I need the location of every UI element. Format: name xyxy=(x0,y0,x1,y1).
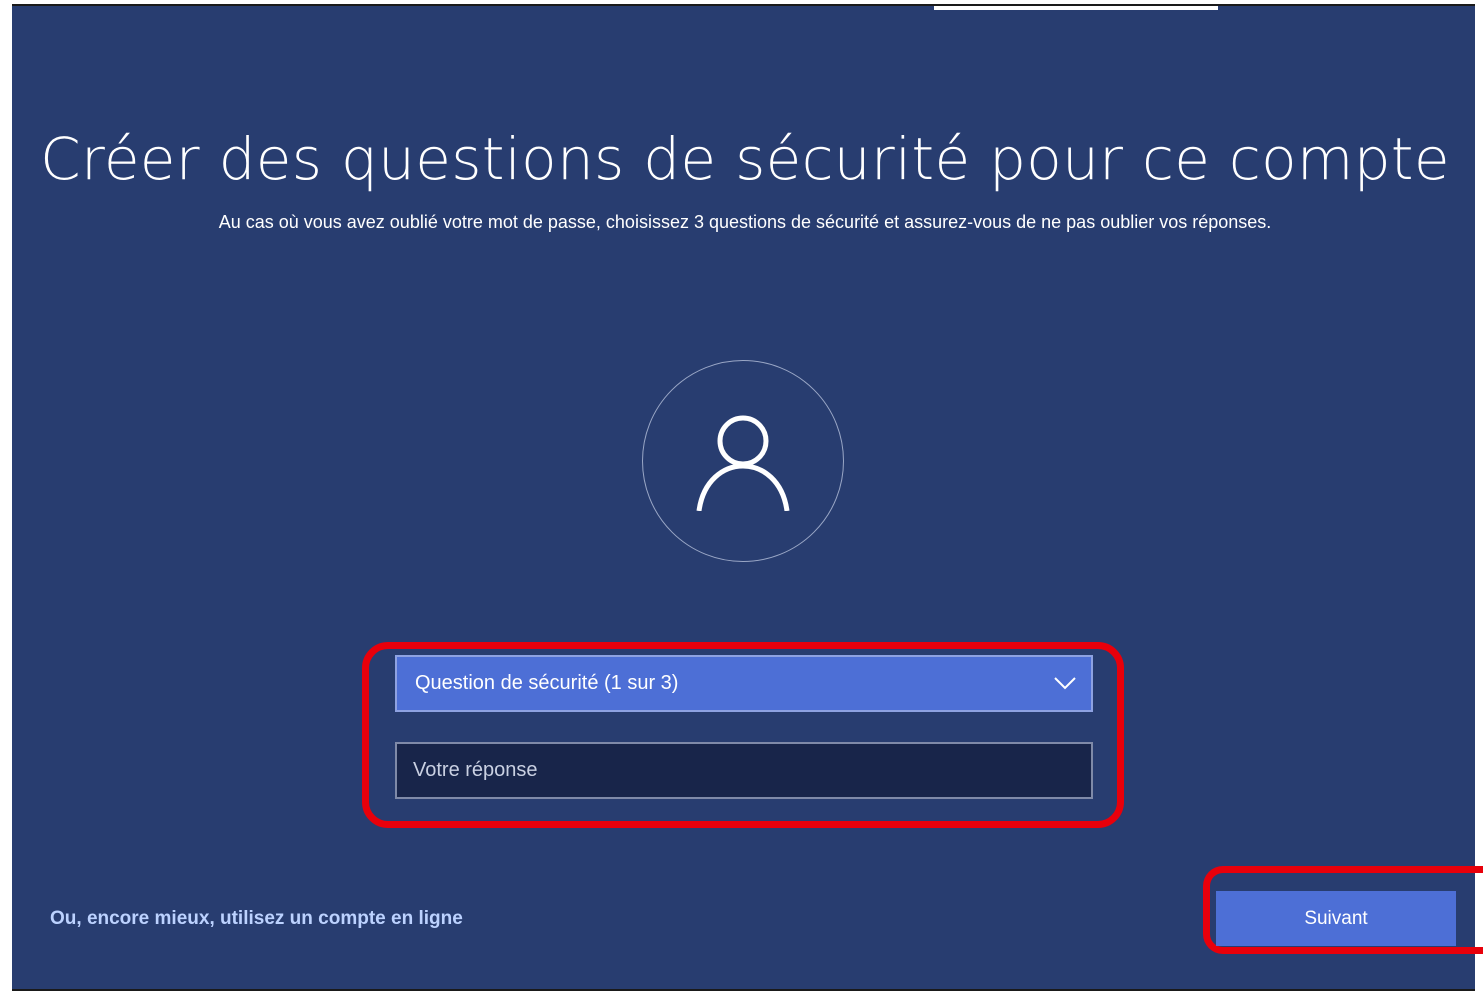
page-subtitle: Au cas où vous avez oublié votre mot de … xyxy=(218,212,1272,232)
user-icon xyxy=(696,415,790,511)
window-frame: Créer des questions de sécurité pour ce … xyxy=(0,0,1483,991)
security-question-selected-value: Question de sécurité (1 sur 3) xyxy=(415,672,679,694)
avatar xyxy=(642,360,844,562)
chevron-down-icon xyxy=(1054,677,1076,690)
answer-field[interactable] xyxy=(395,742,1093,799)
page-title: Créer des questions de sécurité pour ce … xyxy=(40,125,1450,193)
next-button[interactable]: Suivant xyxy=(1216,891,1456,946)
progress-indicator xyxy=(934,6,1218,10)
security-question-select[interactable]: Question de sécurité (1 sur 3) xyxy=(395,655,1093,712)
online-account-link[interactable]: Ou, encore mieux, utilisez un compte en … xyxy=(50,906,463,932)
